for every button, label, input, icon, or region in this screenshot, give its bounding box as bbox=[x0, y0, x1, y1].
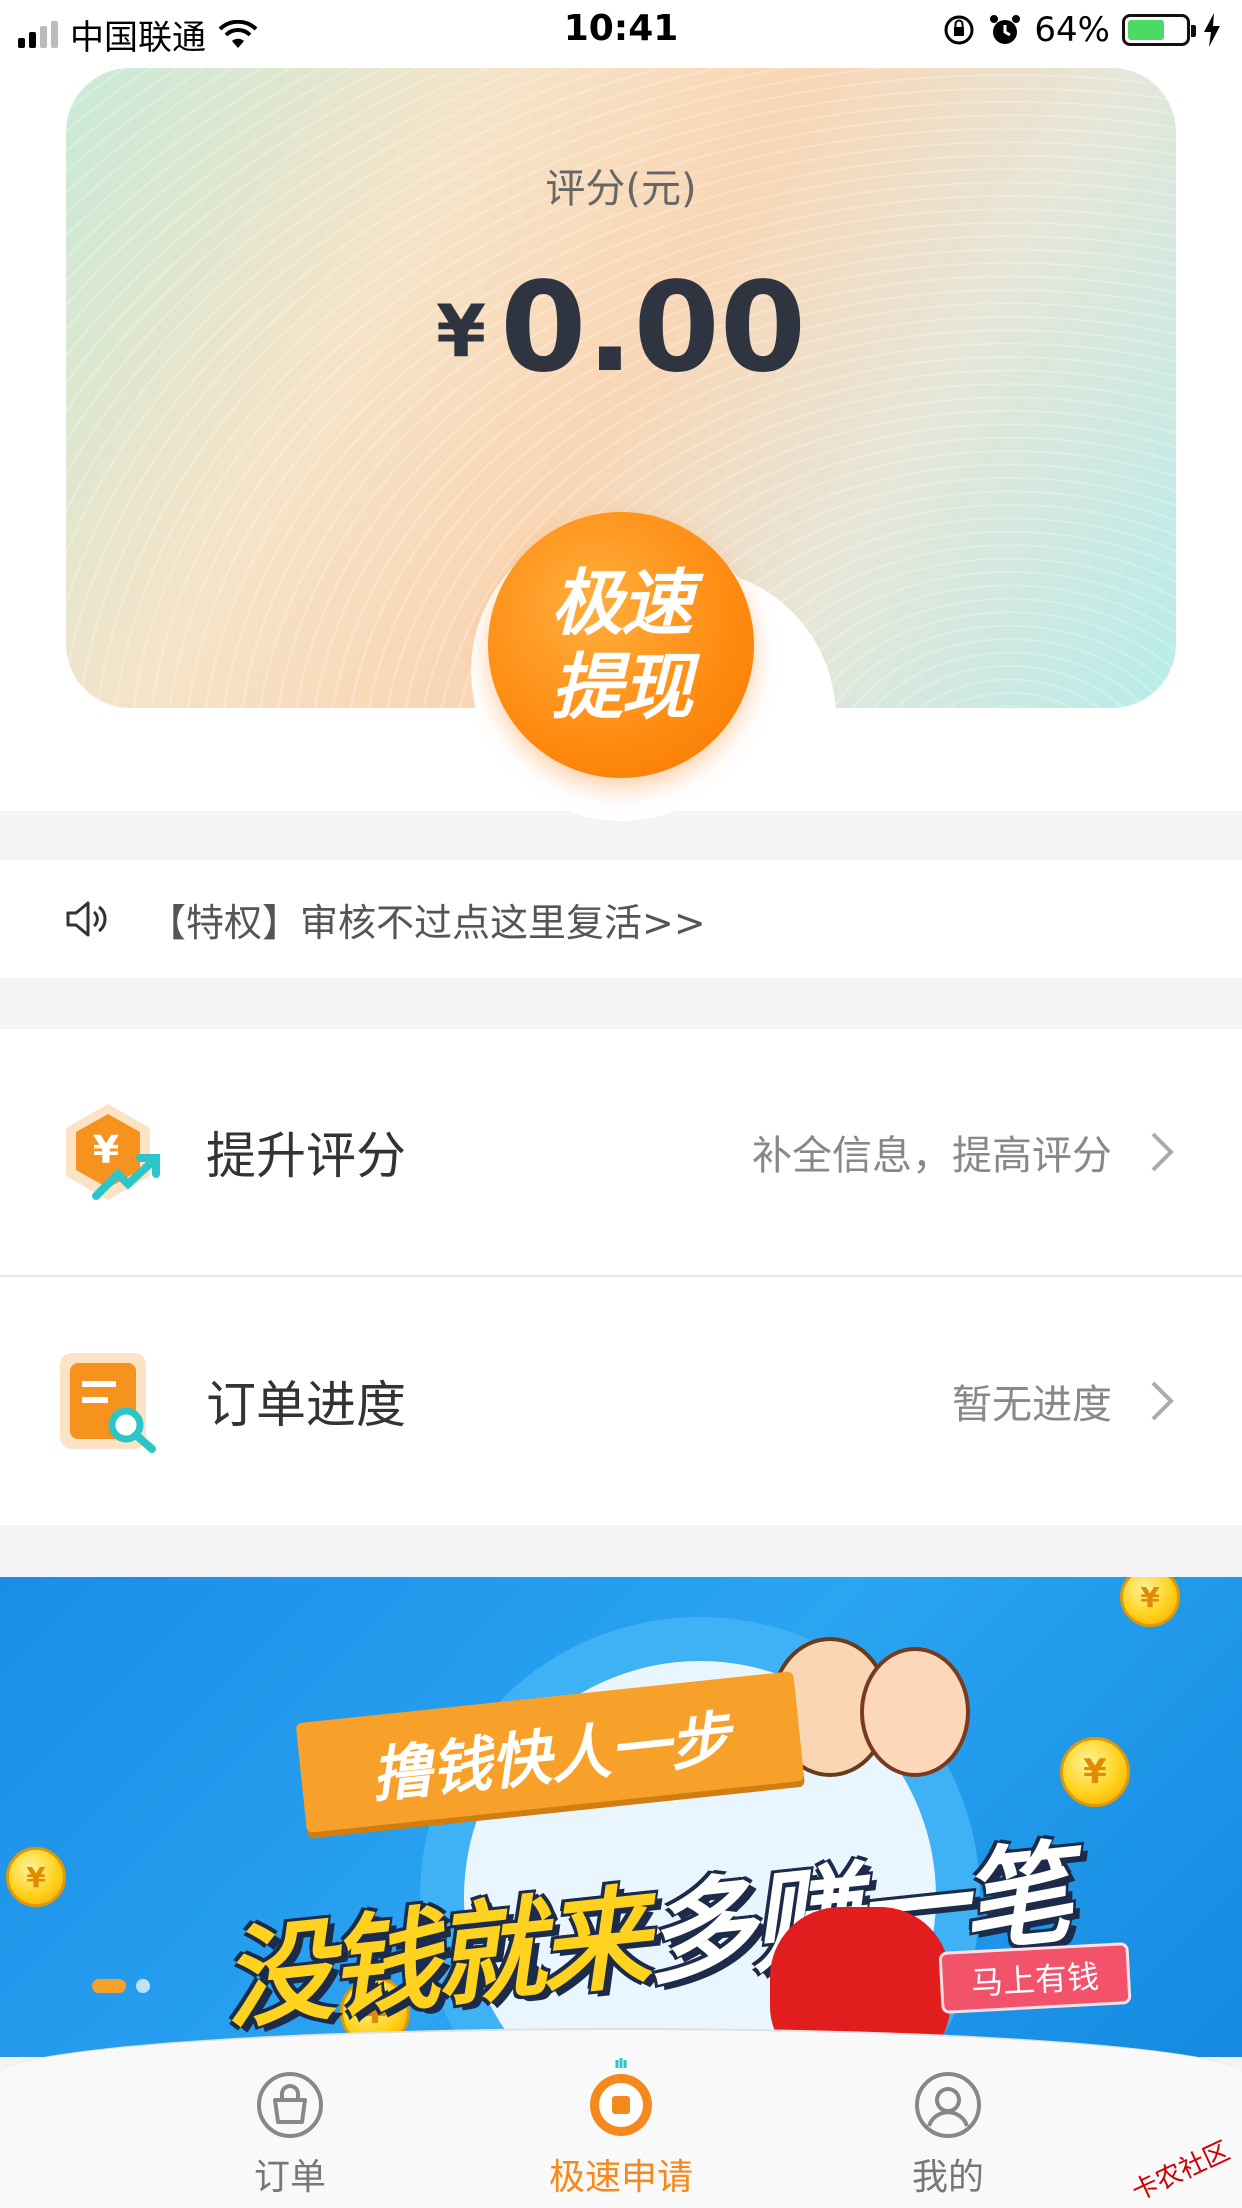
carousel-dot bbox=[136, 1979, 150, 1993]
svg-text:¥: ¥ bbox=[93, 1128, 119, 1172]
balance-section: 评分(元) ¥0.00 极速 提现 bbox=[0, 66, 1242, 821]
tab-quick-apply[interactable]: 极速申请 bbox=[521, 2058, 721, 2200]
score-up-icon: ¥ bbox=[56, 1100, 160, 1204]
go-button[interactable]: 马上有钱 bbox=[938, 1942, 1132, 2014]
coin-icon: ¥ bbox=[6, 1847, 66, 1907]
cta-line2: 提现 bbox=[550, 645, 693, 729]
notice-text: 【特权】审核不过点这里复活>> bbox=[148, 900, 706, 945]
menu-row-order-progress[interactable]: 订单进度 暂无进度 bbox=[0, 1277, 1242, 1525]
amount-value: 0.00 bbox=[500, 256, 807, 400]
charging-bolt-icon bbox=[1204, 13, 1220, 47]
battery-percent: 64% bbox=[1034, 10, 1110, 50]
chevron-right-icon bbox=[1132, 1130, 1192, 1174]
menu-hint: 补全信息，提高评分 bbox=[752, 1133, 1112, 1179]
rotation-lock-icon bbox=[944, 15, 974, 45]
bag-icon bbox=[257, 2072, 323, 2138]
coin-apply-icon bbox=[590, 2058, 652, 2136]
score-label: 评分(元) bbox=[545, 166, 697, 212]
notice-bar[interactable]: 【特权】审核不过点这里复活>> bbox=[0, 860, 1242, 978]
profile-icon bbox=[915, 2072, 981, 2138]
girl-illustration bbox=[860, 1647, 970, 1777]
status-right: 64% bbox=[942, 10, 1222, 50]
tab-orders[interactable]: 订单 bbox=[190, 2070, 390, 2200]
carousel-indicator bbox=[92, 1979, 150, 1993]
tab-bar: 订单 极速申请 我的 卡农社区 bbox=[0, 2028, 1242, 2208]
carousel-dot-active bbox=[92, 1979, 126, 1993]
watermark: 卡农社区 bbox=[1127, 2136, 1235, 2208]
coin-icon: ¥ bbox=[1060, 1737, 1130, 1807]
menu-title: 订单进度 bbox=[206, 1376, 406, 1434]
score-amount: ¥0.00 bbox=[0, 256, 1242, 400]
menu-title: 提升评分 bbox=[206, 1127, 406, 1185]
menu-hint: 暂无进度 bbox=[952, 1382, 1112, 1428]
chevron-right-icon bbox=[1132, 1379, 1192, 1423]
speaker-icon bbox=[66, 901, 107, 937]
tab-profile[interactable]: 我的 bbox=[848, 2070, 1048, 2200]
order-search-icon bbox=[56, 1349, 160, 1453]
tab-label: 极速申请 bbox=[548, 2157, 693, 2198]
alarm-icon bbox=[990, 15, 1021, 44]
promo-banner[interactable]: ¥ ¥ ¥ ¥ 撸钱快人一步 没钱就来多赚一笔 马上有钱 bbox=[0, 1577, 1242, 2057]
cta-line1: 极速 bbox=[550, 561, 693, 645]
currency-symbol: ¥ bbox=[435, 289, 487, 373]
tab-label: 我的 bbox=[911, 2157, 984, 2198]
coin-icon: ¥ bbox=[1120, 1577, 1180, 1627]
battery-icon bbox=[1122, 14, 1196, 46]
tab-label: 订单 bbox=[253, 2157, 326, 2198]
status-bar: 中国联通 10:41 64% bbox=[0, 0, 1242, 66]
menu-row-improve-score[interactable]: ¥ 提升评分 补全信息，提高评分 bbox=[0, 1029, 1242, 1277]
quick-withdraw-button[interactable]: 极速 提现 bbox=[488, 512, 754, 778]
